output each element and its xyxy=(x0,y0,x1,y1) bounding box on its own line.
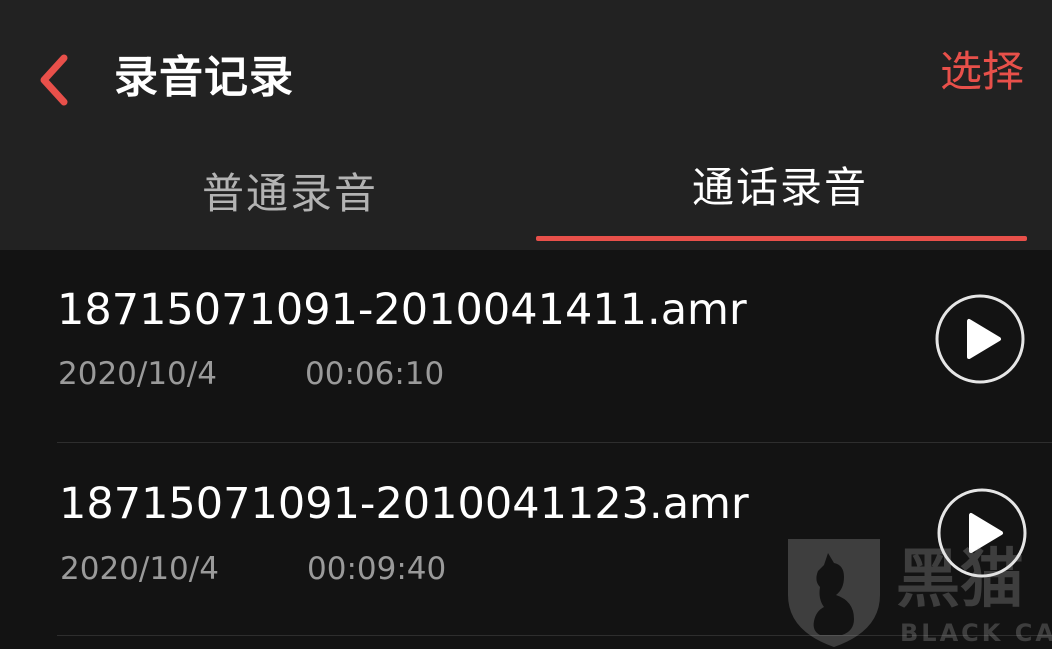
page-title: 录音记录 xyxy=(114,52,294,103)
recording-file-name: 18715071091-2010041411.amr xyxy=(57,285,747,335)
select-button[interactable]: 选择 xyxy=(940,42,1024,102)
list-divider xyxy=(57,635,1052,636)
recording-date: 2020/10/4 xyxy=(58,356,217,392)
tab-normal-recording[interactable]: 普通录音 xyxy=(202,164,378,224)
recording-duration: 00:06:10 xyxy=(305,356,445,392)
recording-duration: 00:09:40 xyxy=(307,551,447,587)
back-button[interactable] xyxy=(30,48,80,112)
recording-list: 18715071091-2010041411.amr 2020/10/4 00:… xyxy=(0,250,1052,649)
tab-bar: 普通录音 通话录音 xyxy=(0,150,1052,250)
list-item[interactable]: 18715071091-2010041411.amr 2020/10/4 00:… xyxy=(0,250,1052,443)
recording-date: 2020/10/4 xyxy=(60,551,219,587)
tab-call-recording[interactable]: 通话录音 xyxy=(692,158,868,218)
play-circle-icon xyxy=(935,294,1025,384)
chevron-left-icon xyxy=(40,54,68,106)
app-header: 录音记录 选择 普通录音 通话录音 xyxy=(0,0,1052,250)
recording-file-name: 18715071091-2010041123.amr xyxy=(59,479,749,529)
list-item[interactable]: 18715071091-2010041123.amr 2020/10/4 00:… xyxy=(0,443,1052,636)
play-button[interactable] xyxy=(935,294,1025,384)
play-circle-icon xyxy=(937,488,1027,578)
play-button[interactable] xyxy=(937,488,1027,578)
active-tab-indicator xyxy=(536,236,1027,241)
